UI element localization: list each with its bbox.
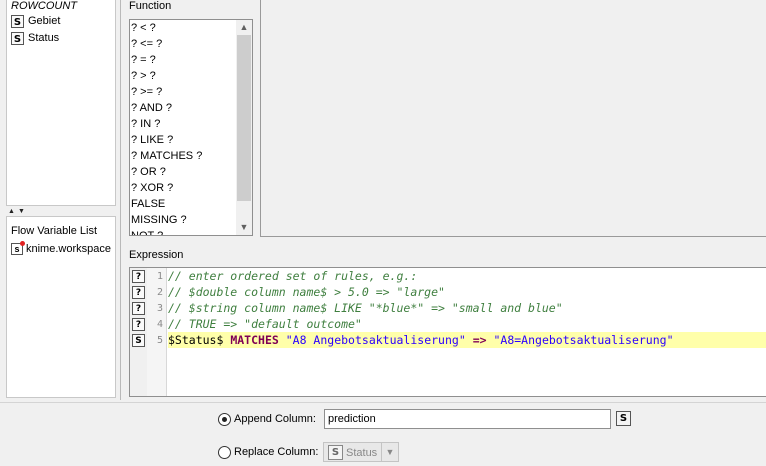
string-type-icon: S bbox=[11, 31, 24, 45]
question-mark-icon: ? bbox=[132, 318, 145, 331]
column-item-status[interactable]: S Status bbox=[11, 30, 59, 46]
line-number: 5 bbox=[156, 335, 163, 346]
function-item[interactable]: ? OR ? bbox=[131, 164, 166, 180]
code-line-comment[interactable]: // $double column name$ > 5.0 => "large" bbox=[168, 284, 445, 300]
column-list[interactable]: ROWCOUNT S Gebiet S Status bbox=[6, 0, 116, 206]
scrollbar-thumb[interactable] bbox=[237, 35, 251, 201]
collapse-up-icon[interactable]: ▲ bbox=[8, 208, 15, 215]
string-type-icon: S bbox=[616, 411, 631, 426]
scroll-up-icon[interactable]: ▲ bbox=[236, 20, 252, 35]
code-line-comment[interactable]: // enter ordered set of rules, e.g.: bbox=[168, 268, 417, 284]
function-item[interactable]: ? AND ? bbox=[131, 100, 172, 116]
string-type-icon: S bbox=[328, 445, 343, 460]
question-mark-icon: ? bbox=[132, 302, 145, 315]
code-line-comment[interactable]: // $string column name$ LIKE "*blue*" =>… bbox=[168, 300, 563, 316]
function-item[interactable]: ? <= ? bbox=[131, 36, 162, 52]
expression-icon-gutter: ? ? ? ? S bbox=[130, 268, 147, 396]
function-item[interactable]: MISSING ? bbox=[131, 212, 187, 228]
line-number: 1 bbox=[156, 271, 163, 282]
function-item[interactable]: ? > ? bbox=[131, 68, 156, 84]
function-item[interactable]: ? XOR ? bbox=[131, 180, 173, 196]
replace-column-label: Replace Column: bbox=[234, 446, 319, 458]
function-description-area bbox=[260, 0, 766, 237]
line-number: 2 bbox=[156, 287, 163, 298]
string-type-icon: S bbox=[132, 334, 145, 347]
code-line-comment[interactable]: // TRUE => "default outcome" bbox=[168, 316, 362, 332]
function-item[interactable]: ? < ? bbox=[131, 20, 156, 36]
chevron-down-icon: ▼ bbox=[381, 443, 398, 461]
code-line-rule[interactable]: $Status$ MATCHES "A8 Angebotsaktualiseru… bbox=[168, 332, 674, 348]
expression-label: Expression bbox=[129, 249, 184, 261]
scroll-down-icon[interactable]: ▼ bbox=[236, 220, 252, 235]
function-item[interactable]: ? >= ? bbox=[131, 84, 162, 100]
function-item[interactable]: ? = ? bbox=[131, 52, 156, 68]
flow-variable-string-icon: s bbox=[11, 241, 25, 256]
line-number: 4 bbox=[156, 319, 163, 330]
function-item[interactable]: NOT ? bbox=[131, 228, 163, 235]
function-item[interactable]: ? IN ? bbox=[131, 116, 160, 132]
append-column-input[interactable] bbox=[324, 409, 611, 429]
string-type-icon: S bbox=[11, 14, 24, 28]
flow-variable-panel: Flow Variable List s knime.workspace bbox=[6, 216, 116, 398]
flow-variable-item-knime-workspace[interactable]: s knime.workspace bbox=[11, 241, 111, 257]
column-item-gebiet[interactable]: S Gebiet bbox=[11, 13, 60, 29]
append-column-radio[interactable] bbox=[218, 413, 231, 426]
replace-column-value: Status bbox=[346, 447, 378, 459]
append-column-label: Append Column: bbox=[234, 413, 316, 425]
line-number-gutter: 1 2 3 4 5 bbox=[147, 268, 167, 396]
replace-column-radio[interactable] bbox=[218, 446, 231, 459]
function-item[interactable]: ? LIKE ? bbox=[131, 132, 173, 148]
question-mark-icon: ? bbox=[132, 286, 145, 299]
replace-column-select[interactable]: S Status ▼ bbox=[323, 442, 399, 462]
collapse-down-icon[interactable]: ▼ bbox=[18, 208, 25, 215]
function-label: Function bbox=[129, 0, 172, 12]
function-item[interactable]: ? MATCHES ? bbox=[131, 148, 202, 164]
function-item[interactable]: FALSE bbox=[131, 196, 165, 212]
flow-variable-list-title: Flow Variable List bbox=[11, 225, 97, 237]
vertical-splitter[interactable] bbox=[118, 0, 124, 400]
function-list[interactable]: ? < ? ? <= ? ? = ? ? > ? ? >= ? ? AND ? … bbox=[129, 19, 253, 236]
line-number: 3 bbox=[156, 303, 163, 314]
column-item-rowcount[interactable]: ROWCOUNT bbox=[11, 0, 77, 14]
question-mark-icon: ? bbox=[132, 270, 145, 283]
